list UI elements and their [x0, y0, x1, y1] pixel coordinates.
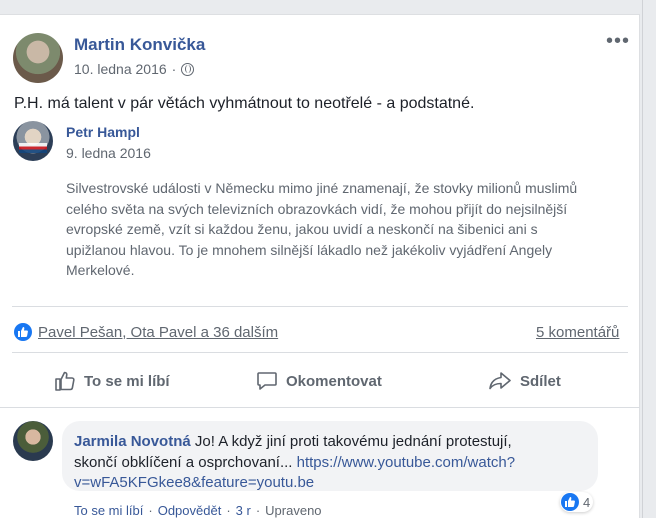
shared-text-line: celého světa na svých televizních obrazo…	[66, 200, 568, 217]
reactions-names[interactable]: Pavel Pešan, Ota Pavel a 36 dalším	[38, 324, 278, 341]
comment-link-continued[interactable]: v=wFA5KFGkee8&feature=youtu.be	[74, 473, 515, 494]
shared-text-line: evropské země, vzít si každou ženu, jako…	[66, 221, 538, 237]
shared-text-line: Silvestrovské události v Německu mimo ji…	[66, 180, 578, 196]
separator: ·	[255, 503, 261, 518]
comment-edited: Upraveno	[265, 503, 322, 518]
divider	[0, 407, 640, 408]
comment-like-link[interactable]: To se mi líbí	[74, 503, 143, 518]
like-button[interactable]: To se mi líbí	[54, 370, 170, 392]
shared-date[interactable]: 9. ledna 2016	[66, 145, 151, 161]
share-button[interactable]: Sdílet	[488, 370, 561, 392]
divider	[12, 306, 628, 307]
scrollbar-track	[642, 0, 643, 518]
shared-author[interactable]: Petr Hampl	[66, 124, 140, 140]
author-avatar[interactable]	[13, 33, 63, 83]
separator: ·	[148, 503, 153, 518]
comment-link[interactable]: https://www.youtube.com/watch?	[297, 454, 515, 471]
comments-count[interactable]: 5 komentářů	[536, 324, 619, 341]
comment-label: Okomentovat	[286, 372, 382, 390]
reactions-summary[interactable]: Pavel Pešan, Ota Pavel a 36 dalším	[14, 323, 278, 341]
separator: ·	[226, 503, 231, 518]
comment-likes-badge[interactable]: 4	[560, 492, 594, 512]
post-author[interactable]: Martin Konvička	[74, 35, 205, 55]
comment-author[interactable]: Jarmila Novotná	[74, 433, 191, 450]
comment-text-1: Jo! A když jiní proti takovému jednání p…	[190, 433, 512, 450]
shared-text-line: Merkelové.	[66, 262, 135, 278]
globe-icon	[181, 62, 195, 76]
page: Martin Konvička 10. ledna 2016 · ••• P.H…	[0, 0, 656, 518]
comment-body: Jarmila Novotná Jo! A když jiní proti ta…	[74, 432, 515, 494]
comment-line: skončí obklíčení a osprchovaní... https:…	[74, 453, 515, 474]
shared-post-text: Silvestrovské události v Německu mimo ji…	[66, 178, 626, 281]
comment-time[interactable]: 3 r	[236, 503, 251, 518]
comment-reply-link[interactable]: Odpovědět	[158, 503, 222, 518]
post-text: P.H. má talent v pár větách vyhmátnout t…	[14, 95, 475, 112]
like-label: To se mi líbí	[84, 372, 170, 390]
thumbs-up-icon	[55, 371, 75, 391]
shared-author-avatar[interactable]	[13, 121, 53, 161]
share-label: Sdílet	[520, 372, 561, 390]
divider	[12, 352, 628, 353]
comment-line: Jarmila Novotná Jo! A když jiní proti ta…	[74, 432, 515, 453]
comment-button[interactable]: Okomentovat	[256, 370, 382, 392]
shared-text-line: upižlanou hlavou. To je mnohem silnější …	[66, 241, 553, 258]
comment-icon	[257, 372, 277, 390]
commenter-avatar[interactable]	[13, 421, 53, 461]
comment-text-2: skončí obklíčení a osprchovaní...	[74, 453, 297, 471]
feed-background	[0, 0, 640, 14]
post-date[interactable]: 10. ledna 2016	[74, 61, 167, 77]
post-meta: 10. ledna 2016 ·	[74, 61, 195, 77]
like-reaction-icon	[14, 323, 32, 341]
more-options-button[interactable]: •••	[606, 30, 630, 53]
share-icon	[489, 372, 511, 390]
comment-likes-count: 4	[583, 494, 591, 510]
comment-actions: To se mi líbí · Odpovědět · 3 r · Uprave…	[74, 503, 322, 518]
like-reaction-icon	[561, 493, 579, 511]
meta-separator: ·	[171, 61, 177, 77]
